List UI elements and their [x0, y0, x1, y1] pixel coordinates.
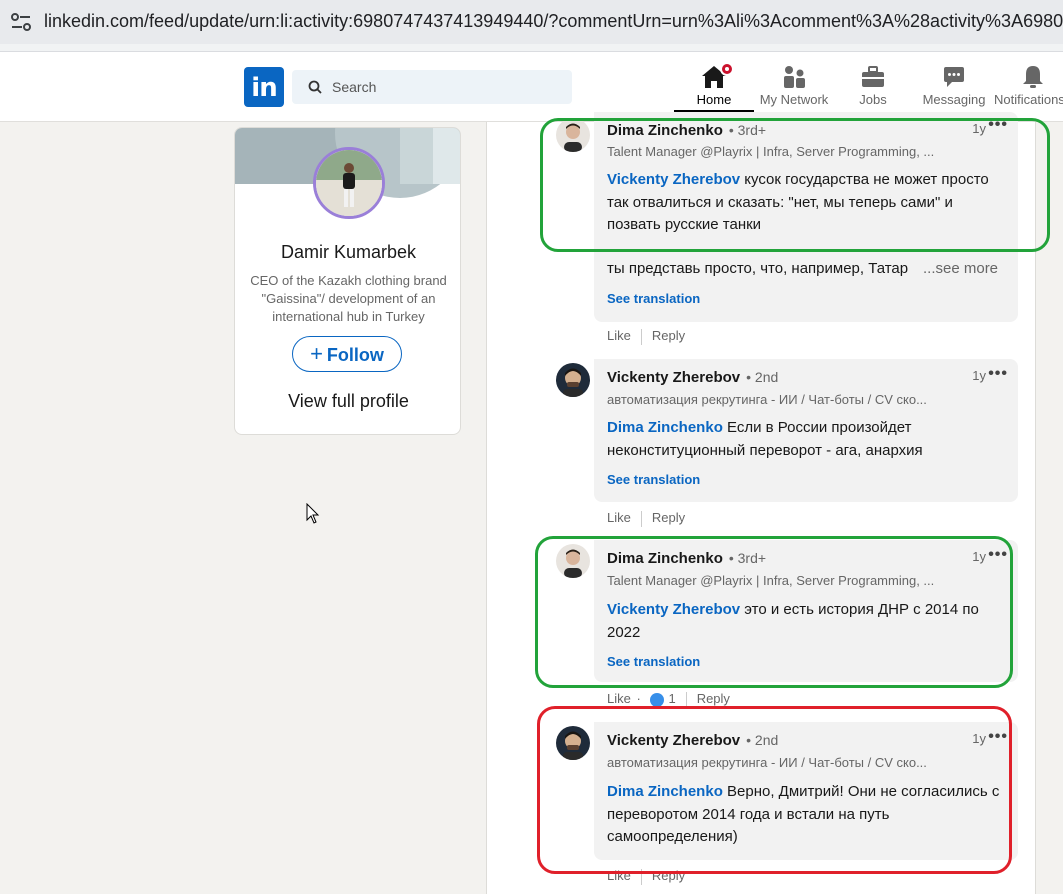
- comment-actions: Like Reply: [607, 328, 685, 345]
- mention-link[interactable]: Dima Zinchenko: [607, 419, 723, 436]
- search-input[interactable]: Search: [292, 70, 572, 104]
- mouse-cursor-icon: [306, 503, 320, 524]
- nav-messaging[interactable]: Messaging: [914, 62, 994, 114]
- view-full-profile-link[interactable]: View full profile: [235, 391, 460, 412]
- like-reaction-icon[interactable]: [650, 692, 665, 707]
- nav-notifications-label: Notifications: [994, 92, 1063, 107]
- nav-home[interactable]: Home: [674, 62, 754, 114]
- comment-actions: Like Reply: [607, 510, 685, 527]
- see-more-link[interactable]: ...see more: [923, 258, 1003, 281]
- address-field[interactable]: linkedin.com/feed/update/urn:li:activity…: [0, 0, 1063, 44]
- profile-headline: CEO of the Kazakh clothing brand "Gaissi…: [250, 273, 447, 324]
- profile-avatar[interactable]: [313, 147, 385, 219]
- connection-degree: • 2nd: [746, 369, 779, 385]
- comment-item: Vickenty Zherebov • 2nd 1y ••• автоматиза…: [556, 359, 1018, 529]
- follow-button[interactable]: + Follow: [292, 336, 402, 372]
- comment-text: Dima Zinchenko Если в России произойдет …: [607, 419, 923, 459]
- nav-jobs-label: Jobs: [859, 92, 887, 107]
- profile-card: Damir Kumarbek CEO of the Kazakh clothin…: [234, 127, 461, 435]
- reply-button[interactable]: Reply: [697, 691, 730, 706]
- linkedin-logo[interactable]: in: [244, 67, 284, 107]
- red-highlight-box: [537, 706, 1012, 874]
- plus-icon: +: [310, 341, 323, 366]
- nav-home-label: Home: [696, 92, 732, 107]
- comment-author[interactable]: Vickenty Zherebov • 2nd: [607, 369, 778, 386]
- like-button[interactable]: Like: [607, 510, 631, 525]
- avatar[interactable]: [556, 363, 590, 397]
- search-icon: [308, 80, 322, 94]
- comment-time: 1y: [972, 368, 986, 383]
- comment-text-continued: ты представь просто, что, например, Тата…: [607, 260, 909, 277]
- see-translation-link[interactable]: See translation: [607, 291, 700, 306]
- author-headline: автоматизация рекрутинга - ИИ / Чат-боты…: [607, 392, 927, 407]
- like-button[interactable]: Like: [607, 328, 631, 343]
- briefcase-icon: [862, 66, 884, 87]
- more-options-icon[interactable]: •••: [988, 365, 1008, 383]
- network-icon: [784, 66, 805, 88]
- green-highlight-box: [540, 118, 1050, 252]
- site-settings-icon[interactable]: [10, 12, 32, 32]
- nav-messaging-label: Messaging: [922, 92, 986, 107]
- reply-button[interactable]: Reply: [652, 328, 685, 343]
- reply-button[interactable]: Reply: [652, 510, 685, 525]
- nav-my-network[interactable]: My Network: [754, 62, 834, 114]
- url-text[interactable]: linkedin.com/feed/update/urn:li:activity…: [44, 11, 1063, 32]
- profile-name[interactable]: Damir Kumarbek: [235, 242, 460, 263]
- browser-address-bar: linkedin.com/feed/update/urn:li:activity…: [0, 0, 1063, 52]
- comment-bubble: Vickenty Zherebov • 2nd 1y ••• автоматиза…: [594, 359, 1018, 502]
- nav-notifications[interactable]: Notifications: [994, 62, 1063, 114]
- notification-badge: [720, 62, 734, 76]
- see-translation-link[interactable]: See translation: [607, 472, 700, 487]
- nav-jobs[interactable]: Jobs: [846, 62, 900, 114]
- search-placeholder: Search: [332, 79, 377, 95]
- nav-my-network-label: My Network: [759, 92, 829, 107]
- bell-icon: [1023, 66, 1043, 88]
- green-highlight-box: [535, 536, 1013, 688]
- like-button[interactable]: Like: [607, 691, 631, 706]
- reaction-count[interactable]: 1: [668, 691, 675, 706]
- messaging-icon: [944, 67, 964, 87]
- follow-label: Follow: [326, 345, 384, 365]
